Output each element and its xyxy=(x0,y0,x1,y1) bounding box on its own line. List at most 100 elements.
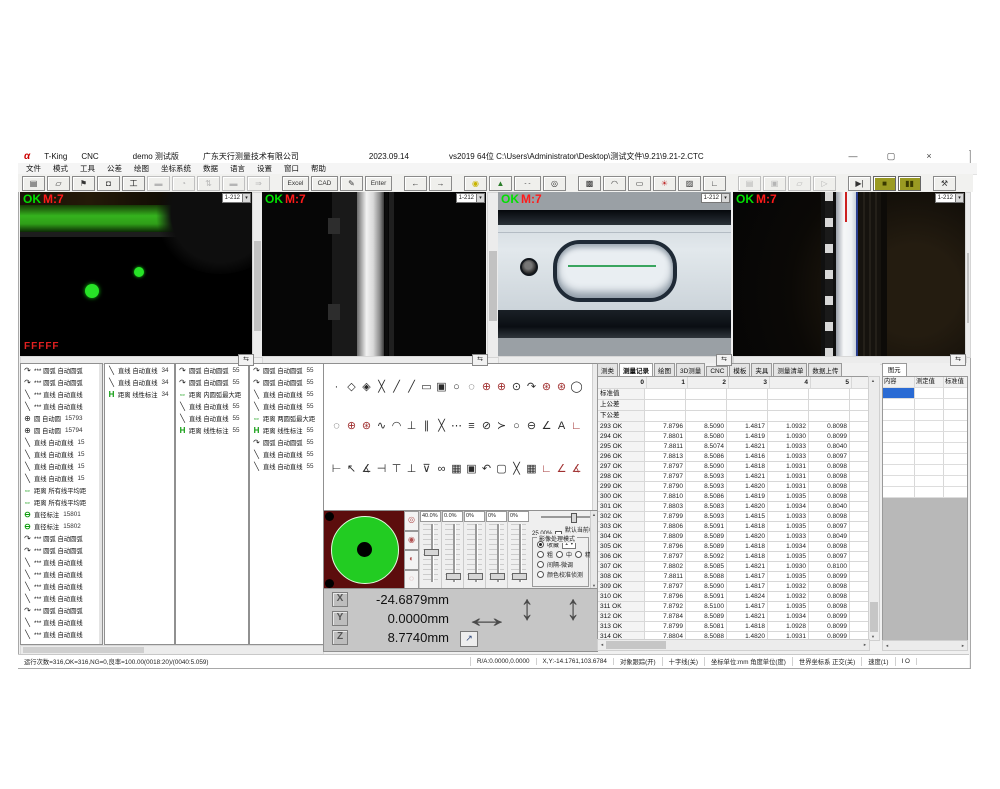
list1-scrollbar[interactable] xyxy=(99,364,102,644)
ring-segment-button[interactable]: ◉ xyxy=(404,531,419,551)
tool-icon[interactable]: ↖ xyxy=(344,462,359,475)
tool-icon[interactable]: ⊘ xyxy=(479,419,494,432)
list-item[interactable]: ╲*** 直线 自动直线 xyxy=(21,580,102,592)
tool-icon[interactable]: ▦ xyxy=(449,462,464,475)
list-item[interactable]: ╲*** 直线 自动直线 xyxy=(21,616,102,628)
table-row[interactable]: 307 OK7.88028.50851.48211.09300.81001.09… xyxy=(598,562,869,572)
table-row[interactable]: 304 OK7.88098.50891.48201.09330.80491.09… xyxy=(598,532,869,542)
camera-view-1[interactable]: OKM:7 1-212▾ FFFFF xyxy=(20,192,252,356)
fixture-button[interactable]: ◘ xyxy=(97,176,120,191)
chevron-down-icon[interactable]: ▾ xyxy=(476,194,484,202)
cad-export-button[interactable]: CAD xyxy=(311,176,338,191)
camera-view-2[interactable]: OKM:7 1-212▾ xyxy=(262,192,486,356)
menu-数据[interactable]: 数据 xyxy=(203,163,218,174)
list-item[interactable]: ╲*** 直线 自动直线 xyxy=(21,556,102,568)
list-item[interactable]: ╲直线 自动直线55 xyxy=(250,460,323,472)
close-button[interactable]: × xyxy=(917,151,941,162)
tool-icon[interactable]: ○ xyxy=(449,381,464,393)
tab-CNC[interactable]: CNC xyxy=(706,366,728,376)
menu-模式[interactable]: 模式 xyxy=(53,163,68,174)
lasso-button[interactable]: ◠ xyxy=(603,176,626,191)
table-row[interactable]: 311 OK7.87928.51001.48171.09350.80981.09… xyxy=(598,602,869,612)
list-item[interactable]: H距离 线性标注55 xyxy=(250,424,323,436)
tool-icon[interactable]: ⊖ xyxy=(524,419,539,432)
menu-工具[interactable]: 工具 xyxy=(80,163,95,174)
list-item[interactable]: ╲直线 自动直线55 xyxy=(176,412,248,424)
pattern-button[interactable]: ▩ xyxy=(578,176,601,191)
chevron-down-icon[interactable]: ▾ xyxy=(721,194,729,202)
camera4-vscrollbar[interactable] xyxy=(965,192,971,358)
tool-icon[interactable]: ◠ xyxy=(389,419,404,432)
zoom-select[interactable]: 1-212▾ xyxy=(222,193,251,203)
element-hscrollbar[interactable]: ◄► xyxy=(882,640,968,651)
tool-icon[interactable]: ⊙ xyxy=(509,380,524,393)
tool-icon[interactable]: ◇ xyxy=(344,380,359,393)
element-row[interactable] xyxy=(883,421,967,432)
tool-icon[interactable]: ⊕ xyxy=(494,380,509,393)
run-to-end-button[interactable]: ▶| xyxy=(848,176,871,191)
table-row[interactable]: 293 OK7.87968.50901.48171.09320.80981.09… xyxy=(598,422,869,432)
tab-数据上传[interactable]: 数据上传 xyxy=(808,363,842,376)
list-item[interactable]: ↷圆弧 自动圆弧55 xyxy=(250,436,323,448)
tool-icon[interactable]: ∡ xyxy=(359,462,374,475)
slider-thumb[interactable] xyxy=(468,573,483,580)
list-item[interactable]: ⇔距离 所有线平均距 xyxy=(21,496,102,508)
tool-icon[interactable]: · xyxy=(329,381,344,393)
zoom-select[interactable]: 1-212▾ xyxy=(456,193,485,203)
list-item[interactable]: ╲*** 直线 自动直线 xyxy=(21,628,102,640)
light-slider[interactable]: 0% xyxy=(485,511,507,589)
menu-文件[interactable]: 文件 xyxy=(26,163,41,174)
light-slider[interactable]: 0% xyxy=(507,511,529,589)
tool-icon[interactable]: ▣ xyxy=(434,380,449,393)
zoom-select[interactable]: 1-212▾ xyxy=(701,193,730,203)
list-item[interactable]: ↷*** 圆弧 自动圆弧 xyxy=(21,604,102,616)
list-item[interactable]: H距离 线性标注55 xyxy=(176,424,248,436)
list-item[interactable]: ╲直线 自动直线55 xyxy=(250,388,323,400)
element-row[interactable] xyxy=(883,388,967,399)
table-fixed-row[interactable]: 上公差 xyxy=(598,400,869,411)
tool-icon[interactable]: ⋯ xyxy=(449,419,464,432)
list-item[interactable]: ⊖直径标注15801 xyxy=(21,508,102,520)
jog-horizontal-arrows[interactable]: ↔ xyxy=(462,601,513,635)
tool-icon[interactable]: ⊥ xyxy=(404,419,419,432)
table-row[interactable]: 312 OK7.87848.50891.48211.09340.80991.09… xyxy=(598,612,869,622)
ring-segment-button[interactable]: ◐ xyxy=(404,550,419,570)
tool-icon[interactable]: ╱ xyxy=(404,380,419,393)
radio-button[interactable] xyxy=(537,541,544,548)
list-item[interactable]: ╲直线 自动直线55 xyxy=(250,400,323,412)
element-row[interactable] xyxy=(883,443,967,454)
tool-icon[interactable]: ⊛ xyxy=(359,419,374,432)
ring-segment-button[interactable]: ◌ xyxy=(404,570,419,590)
tool-icon[interactable]: ◌ xyxy=(464,381,479,393)
blank2-button[interactable]: ▭ xyxy=(628,176,651,191)
menu-语言[interactable]: 语言 xyxy=(230,163,245,174)
save-button[interactable]: ▤ xyxy=(22,176,45,191)
list-item[interactable]: ⇔距离 所有线平均距 xyxy=(21,484,102,496)
tool-icon[interactable]: ○ xyxy=(509,420,524,432)
menu-绘图[interactable]: 绘图 xyxy=(134,163,149,174)
tab-夹具[interactable]: 夹具 xyxy=(751,363,772,376)
tool-icon[interactable]: ↷ xyxy=(524,380,539,393)
list-item[interactable]: ⊖直径标注15802 xyxy=(21,520,102,532)
enter-button[interactable]: Enter xyxy=(365,176,392,191)
slider-thumb[interactable] xyxy=(490,573,505,580)
light-slider[interactable]: 0.0% xyxy=(441,511,463,589)
tool-icon[interactable]: ▭ xyxy=(419,380,434,393)
light-button[interactable]: ◉ xyxy=(464,176,487,191)
list-item[interactable]: ⇔距离 内圆弧最大距 xyxy=(176,388,248,400)
list-item[interactable]: ↷*** 圆弧 自动圆弧 xyxy=(21,532,102,544)
tool-icon[interactable]: ╱ xyxy=(389,380,404,393)
tool-icon[interactable]: ∠ xyxy=(554,462,569,475)
element-row[interactable] xyxy=(883,410,967,421)
list-item[interactable]: ↷圆弧 自动圆弧55 xyxy=(250,376,323,388)
list-item[interactable]: ╲直线 自动直线55 xyxy=(176,400,248,412)
tool-icon[interactable]: ⊤ xyxy=(389,462,404,475)
table-row[interactable]: 296 OK7.88138.50861.48161.09330.80971.09… xyxy=(598,452,869,462)
table-row[interactable]: 301 OK7.88038.50831.48201.09340.80401.09… xyxy=(598,502,869,512)
tool-icon[interactable]: ∡ xyxy=(569,462,584,475)
magnifier-button[interactable]: ◎ xyxy=(543,176,566,191)
list-item[interactable]: ╲直线 自动直线55 xyxy=(250,448,323,460)
table-row[interactable]: 297 OK7.87978.50901.48181.09310.80981.09… xyxy=(598,462,869,472)
tab-绘图[interactable]: 绘图 xyxy=(654,363,675,376)
tool-icon[interactable]: ◌ xyxy=(329,420,344,432)
